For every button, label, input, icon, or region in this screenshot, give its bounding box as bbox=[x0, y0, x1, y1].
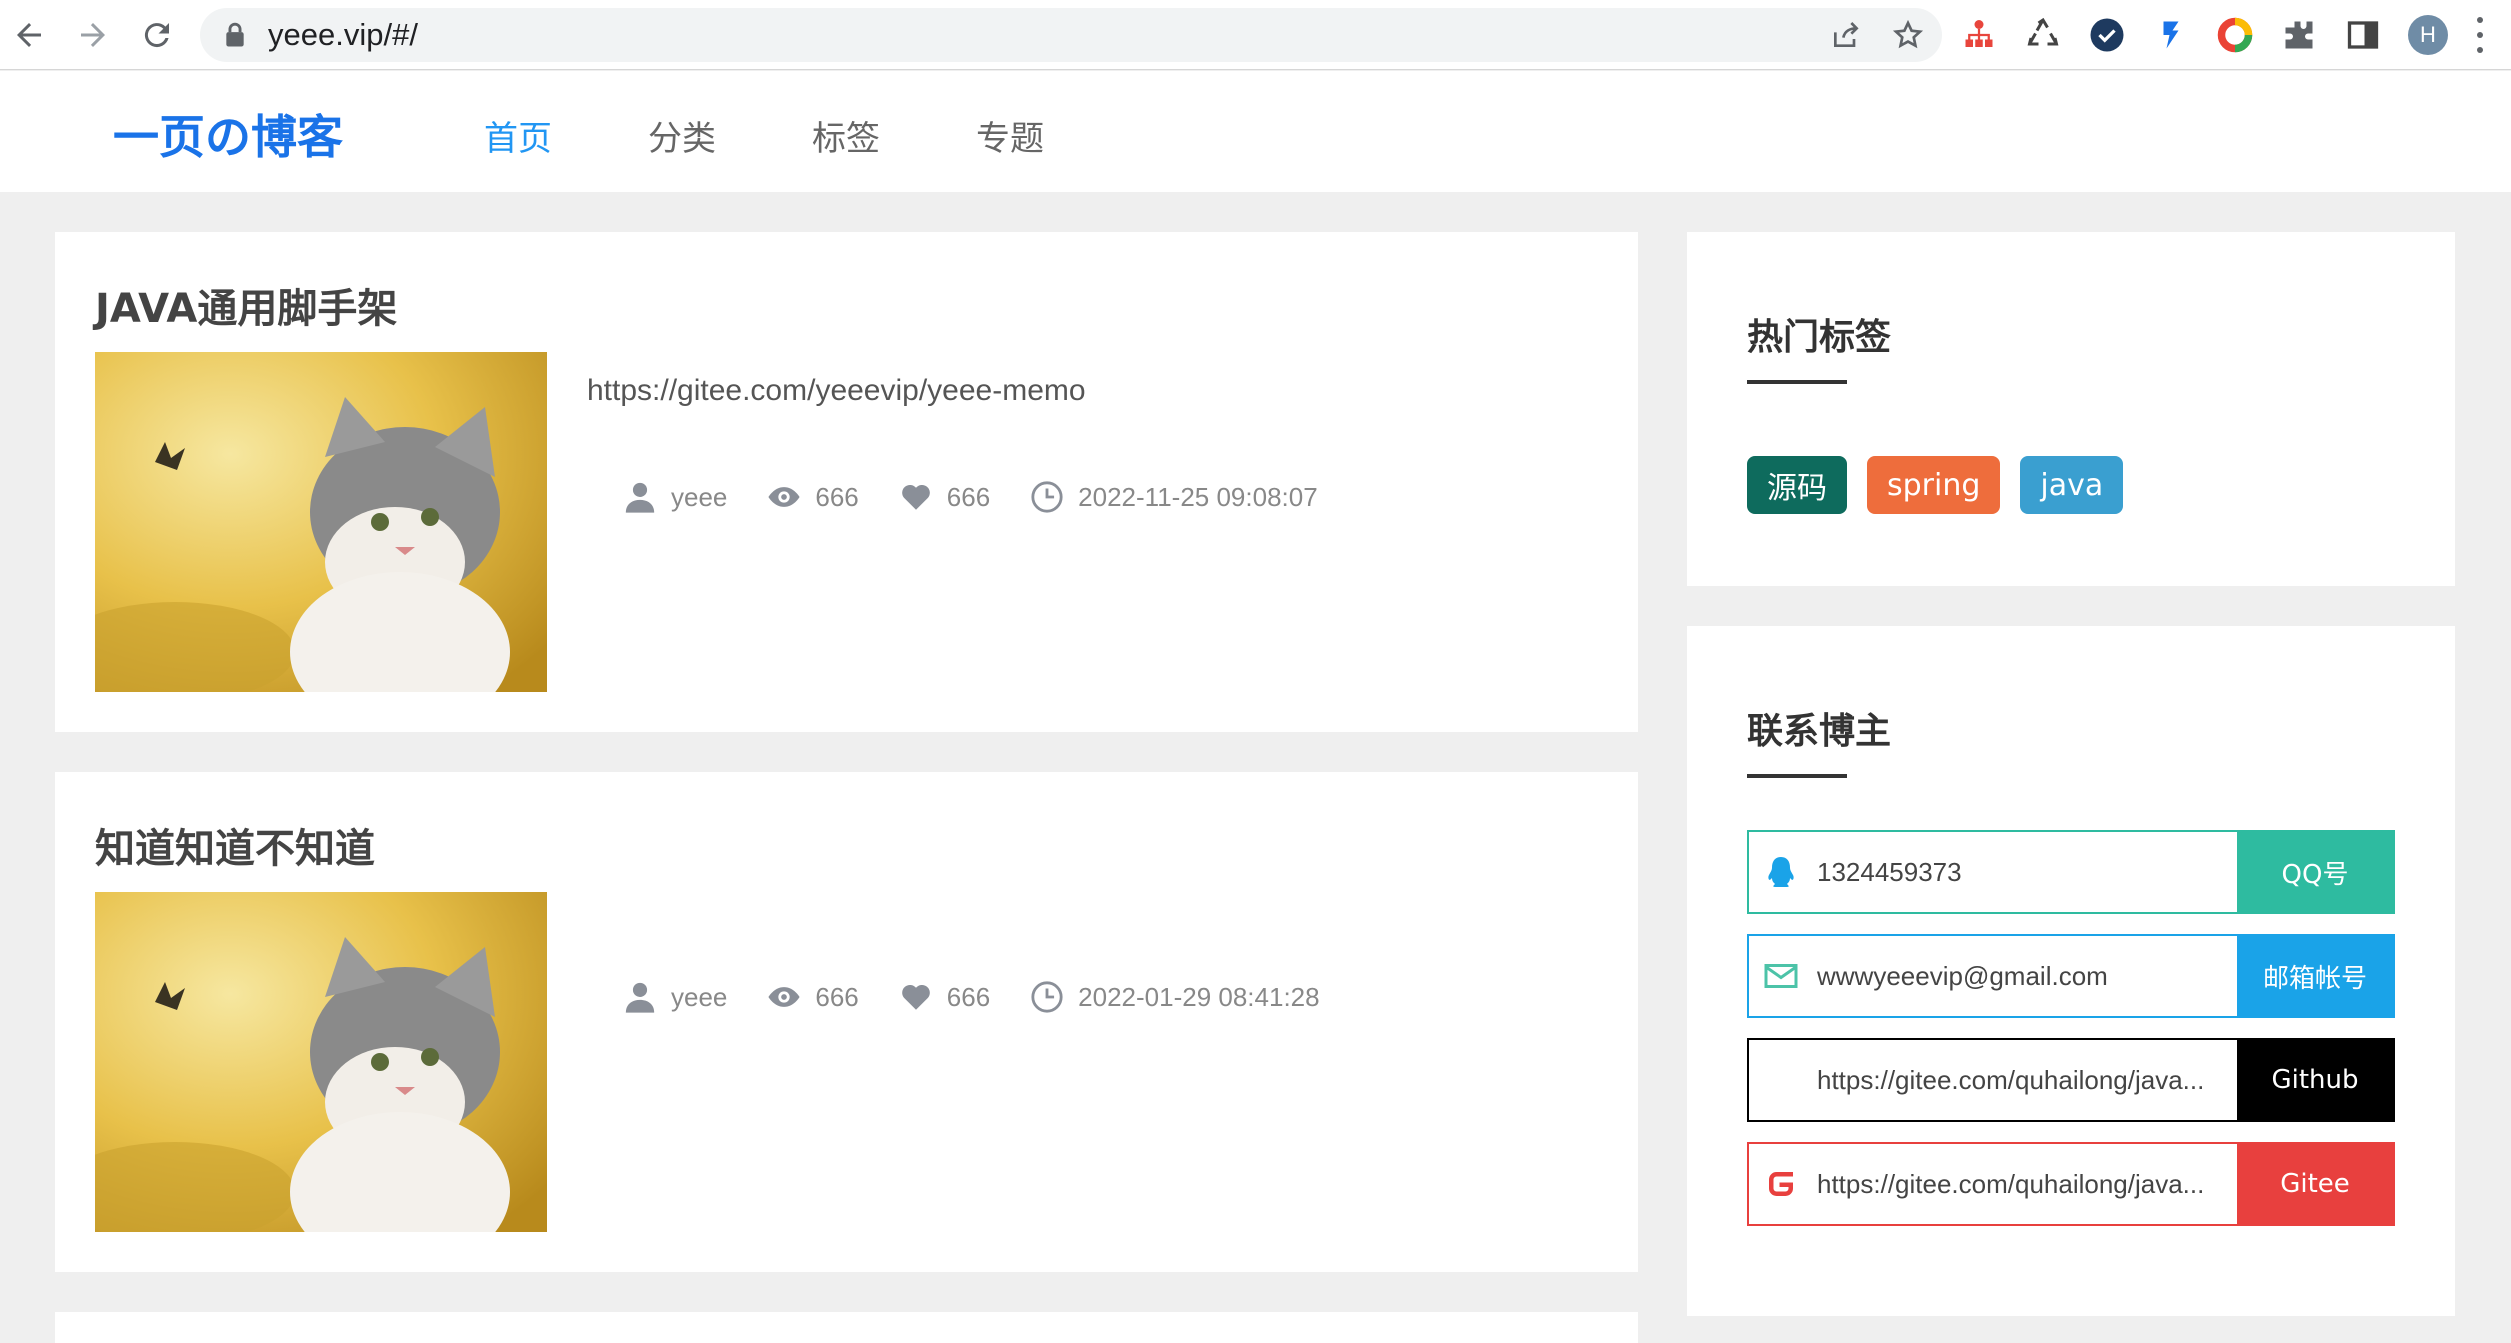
post-meta: yeee 666 666 2022-01-29 08:41:28 bbox=[623, 980, 1360, 1014]
bookmark-star-icon[interactable] bbox=[1892, 19, 1924, 51]
post-link[interactable]: https://gitee.com/yeeevip/yeee-memo bbox=[587, 374, 1086, 408]
sitemap-icon bbox=[1965, 20, 1993, 47]
contact-panel: 联系博主 1324459373 QQ号 wwwyeeevip@gmail.com… bbox=[1687, 626, 2455, 1316]
hot-tags-panel: 热门标签 源码 spring java bbox=[1687, 232, 2455, 586]
flag-icon bbox=[2163, 21, 2179, 49]
gitee-icon bbox=[1769, 1172, 1793, 1196]
site-logo[interactable]: 一页の博客 bbox=[113, 101, 343, 167]
post-author: yeee bbox=[671, 981, 728, 1012]
browser-toolbar: yeee.vip/#/ H bbox=[0, 0, 2511, 70]
github-url[interactable]: https://gitee.com/quhailong/java... bbox=[1813, 1040, 2237, 1120]
main-nav: 首页 分类 标签 专题 bbox=[484, 111, 1140, 160]
contact-github: https://gitee.com/quhailong/java... Gith… bbox=[1747, 1038, 2395, 1122]
eye-icon bbox=[768, 987, 800, 1007]
post-card[interactable] bbox=[55, 1312, 1638, 1343]
tag-list: 源码 spring java bbox=[1747, 456, 2124, 514]
forward-button[interactable] bbox=[64, 6, 122, 64]
qq-button[interactable]: QQ号 bbox=[2237, 832, 2393, 912]
qq-icon bbox=[1768, 857, 1794, 887]
nav-item-home[interactable]: 首页 bbox=[484, 111, 648, 160]
heart-icon[interactable] bbox=[899, 980, 933, 1014]
recycle-icon bbox=[2027, 17, 2059, 46]
lock-icon bbox=[226, 22, 244, 47]
extension-sitemap[interactable] bbox=[1960, 16, 1998, 54]
heart-icon[interactable] bbox=[899, 480, 933, 514]
post-likes: 666 bbox=[946, 981, 991, 1012]
forward-arrow-icon bbox=[81, 23, 105, 47]
share-icon[interactable] bbox=[1830, 19, 1862, 51]
nav-item-topics[interactable]: 专题 bbox=[976, 111, 1140, 160]
reload-button[interactable] bbox=[128, 6, 186, 64]
github-icon bbox=[1749, 1040, 1813, 1120]
title-underline bbox=[1747, 380, 1847, 384]
post-date: 2022-01-29 08:41:28 bbox=[1078, 981, 1320, 1012]
gitee-url[interactable]: https://gitee.com/quhailong/java... bbox=[1813, 1144, 2237, 1224]
contact-qq: 1324459373 QQ号 bbox=[1747, 830, 2395, 914]
extension-check[interactable] bbox=[2088, 16, 2126, 54]
extension-color-ring[interactable] bbox=[2216, 16, 2254, 54]
reload-icon bbox=[144, 23, 169, 48]
back-arrow-icon bbox=[17, 23, 41, 47]
post-thumbnail[interactable] bbox=[95, 352, 547, 692]
hot-tags-title: 热门标签 bbox=[1747, 317, 1892, 358]
post-card[interactable]: 知道知道不知道 yeee 666 666 2022-01-29 08:41:28 bbox=[55, 772, 1638, 1272]
post-date: 2022-11-25 09:08:07 bbox=[1078, 481, 1318, 512]
contact-email: wwwyeeevip@gmail.com 邮箱帐号 bbox=[1747, 934, 2395, 1018]
back-button[interactable] bbox=[0, 6, 58, 64]
post-title[interactable]: 知道知道不知道 bbox=[95, 816, 375, 874]
address-bar[interactable]: yeee.vip/#/ bbox=[200, 8, 1942, 62]
post-views: 666 bbox=[815, 981, 859, 1012]
post-title[interactable]: JAVA通用脚手架 bbox=[95, 276, 397, 334]
extension-blue-flag[interactable] bbox=[2152, 16, 2190, 54]
post-thumbnail[interactable] bbox=[95, 892, 547, 1232]
browser-menu-icon[interactable] bbox=[2474, 17, 2486, 53]
title-underline bbox=[1747, 774, 1847, 778]
post-card[interactable]: JAVA通用脚手架 https://gitee.com/yeeevip/yeee bbox=[55, 232, 1638, 732]
puzzle-icon bbox=[2285, 21, 2313, 49]
tag-chip[interactable]: java bbox=[2020, 456, 2124, 514]
nav-item-tags[interactable]: 标签 bbox=[812, 111, 976, 160]
extension-recycle[interactable] bbox=[2024, 16, 2062, 54]
post-views: 666 bbox=[815, 481, 859, 512]
email-address[interactable]: wwwyeeevip@gmail.com bbox=[1813, 936, 2237, 1016]
kitten-image bbox=[95, 892, 547, 1232]
check-circle-icon bbox=[2090, 18, 2124, 52]
contact-title: 联系博主 bbox=[1747, 711, 1892, 752]
github-button[interactable]: Github bbox=[2237, 1040, 2393, 1120]
tag-chip[interactable]: 源码 bbox=[1747, 456, 1847, 514]
user-icon bbox=[625, 982, 655, 1013]
gitee-button[interactable]: Gitee bbox=[2237, 1144, 2393, 1224]
qq-number[interactable]: 1324459373 bbox=[1813, 832, 2237, 912]
tag-chip[interactable]: spring bbox=[1867, 456, 2001, 514]
site-header: 一页の博客 首页 分类 标签 专题 bbox=[0, 71, 2511, 192]
extensions-button[interactable] bbox=[2280, 16, 2318, 54]
mail-icon bbox=[1764, 964, 1798, 988]
side-panel-icon bbox=[2347, 21, 2379, 49]
url-text[interactable]: yeee.vip/#/ bbox=[268, 17, 418, 53]
eye-icon bbox=[768, 487, 800, 507]
user-icon bbox=[625, 482, 655, 513]
post-likes: 666 bbox=[946, 481, 991, 512]
side-panel-button[interactable] bbox=[2344, 16, 2382, 54]
post-author: yeee bbox=[671, 481, 728, 512]
contact-gitee: https://gitee.com/quhailong/java... Gite… bbox=[1747, 1142, 2395, 1226]
post-meta: yeee 666 666 2022-11-25 09:08:07 bbox=[623, 480, 1358, 514]
profile-avatar[interactable]: H bbox=[2408, 15, 2448, 55]
color-ring-icon bbox=[2217, 17, 2253, 53]
nav-item-category[interactable]: 分类 bbox=[648, 111, 812, 160]
clock-icon bbox=[1031, 481, 1063, 513]
email-button[interactable]: 邮箱帐号 bbox=[2237, 936, 2393, 1016]
clock-icon bbox=[1031, 981, 1063, 1013]
kitten-image bbox=[95, 352, 547, 692]
